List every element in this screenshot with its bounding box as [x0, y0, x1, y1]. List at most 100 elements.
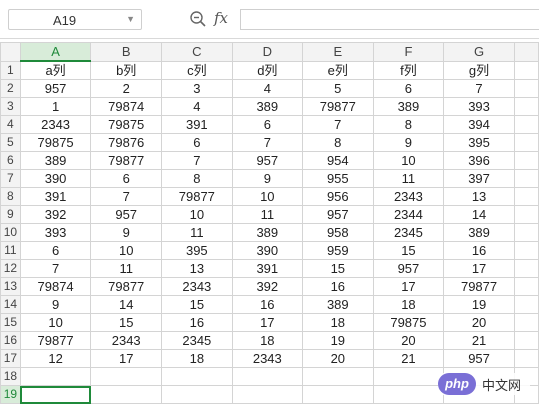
cell[interactable]: 2343	[231, 349, 303, 368]
cell[interactable]: 6	[90, 169, 163, 188]
cell[interactable]: 18	[301, 313, 374, 332]
cell[interactable]: 8	[161, 169, 233, 188]
cell[interactable]	[231, 385, 303, 404]
fx-icon[interactable]: fx	[214, 9, 228, 27]
cell[interactable]	[513, 223, 539, 242]
cell[interactable]: 395	[161, 241, 233, 260]
row-header[interactable]: 6	[0, 151, 21, 170]
cell[interactable]: 2343	[19, 115, 92, 134]
cell[interactable]: 2343	[372, 187, 445, 206]
cell[interactable]: 396	[443, 151, 515, 170]
cell[interactable]: 389	[443, 223, 515, 242]
cell[interactable]: a列	[19, 60, 92, 80]
cell[interactable]	[513, 241, 539, 260]
row-header[interactable]: 9	[0, 205, 21, 224]
row-header[interactable]: 16	[0, 331, 21, 350]
cell[interactable]: 391	[161, 115, 233, 134]
cell[interactable]: 394	[443, 115, 515, 134]
cell[interactable]	[513, 133, 539, 152]
cell[interactable]: 6	[161, 133, 233, 152]
cell[interactable]: 17	[231, 313, 303, 332]
cell[interactable]: 11	[372, 169, 445, 188]
cell[interactable]: 16	[231, 295, 303, 314]
column-header-e[interactable]: E	[301, 42, 374, 62]
cell[interactable]: 5	[301, 79, 374, 98]
cell[interactable]: 17	[372, 277, 445, 296]
cell[interactable]: 957	[90, 205, 163, 224]
cell[interactable]: 79874	[90, 97, 163, 116]
cell[interactable]: 395	[443, 133, 515, 152]
cell[interactable]	[513, 349, 539, 368]
cell[interactable]: 3	[161, 79, 233, 98]
cell[interactable]: 8	[372, 115, 445, 134]
cell[interactable]: 10	[90, 241, 163, 260]
column-header-c[interactable]: C	[161, 42, 233, 62]
cell[interactable]: 79877	[161, 187, 233, 206]
cell[interactable]: 389	[372, 97, 445, 116]
row-header[interactable]: 17	[0, 349, 21, 368]
cell[interactable]	[301, 367, 374, 386]
column-header-g[interactable]: G	[443, 42, 515, 62]
active-cell[interactable]	[19, 385, 92, 404]
cell[interactable]: 390	[19, 169, 92, 188]
cell[interactable]: 21	[372, 349, 445, 368]
cell[interactable]	[161, 367, 233, 386]
cell[interactable]: 10	[372, 151, 445, 170]
row-header[interactable]: 14	[0, 295, 21, 314]
cell[interactable]: 14	[443, 205, 515, 224]
cell[interactable]	[161, 385, 233, 404]
cell[interactable]: 20	[301, 349, 374, 368]
cell[interactable]: 13	[443, 187, 515, 206]
cell[interactable]: 16	[443, 241, 515, 260]
cell[interactable]: 958	[301, 223, 374, 242]
cell[interactable]: 11	[231, 205, 303, 224]
column-header-overflow[interactable]	[513, 42, 539, 62]
cell[interactable]: 7	[161, 151, 233, 170]
cell[interactable]	[513, 331, 539, 350]
cell[interactable]: 6	[372, 79, 445, 98]
cell[interactable]: 2345	[372, 223, 445, 242]
cell[interactable]: 389	[301, 295, 374, 314]
cell[interactable]: 2345	[161, 331, 233, 350]
cell[interactable]: 21	[443, 331, 515, 350]
cell[interactable]: 15	[90, 313, 163, 332]
cell[interactable]: 393	[19, 223, 92, 242]
cell[interactable]: 20	[372, 331, 445, 350]
cell[interactable]: 4	[231, 79, 303, 98]
cell[interactable]: 11	[161, 223, 233, 242]
cell[interactable]: 18	[231, 331, 303, 350]
cell[interactable]: 389	[231, 97, 303, 116]
cell[interactable]: 79876	[90, 133, 163, 152]
cell[interactable]: 959	[301, 241, 374, 260]
cell[interactable]: 10	[231, 187, 303, 206]
cell[interactable]	[19, 367, 92, 386]
cell[interactable]: 2343	[161, 277, 233, 296]
cell[interactable]: 79877	[90, 277, 163, 296]
cell[interactable]: 15	[372, 241, 445, 260]
cell[interactable]	[372, 367, 445, 386]
cell[interactable]	[513, 79, 539, 98]
select-all-corner[interactable]	[0, 42, 21, 62]
cell[interactable]: 19	[301, 331, 374, 350]
cell[interactable]: 15	[301, 259, 374, 278]
cell[interactable]: 957	[19, 79, 92, 98]
cell[interactable]: 4	[161, 97, 233, 116]
cell[interactable]: 79877	[301, 97, 374, 116]
cell[interactable]: 9	[19, 295, 92, 314]
cell[interactable]: 1	[19, 97, 92, 116]
cell[interactable]: c列	[161, 60, 233, 80]
cell[interactable]: 15	[161, 295, 233, 314]
cell[interactable]: 389	[231, 223, 303, 242]
cell[interactable]: 7	[19, 259, 92, 278]
cell[interactable]: 13	[161, 259, 233, 278]
cell[interactable]: 954	[301, 151, 374, 170]
cell[interactable]: 79875	[19, 133, 92, 152]
cell[interactable]: 79877	[19, 331, 92, 350]
cell[interactable]: 392	[19, 205, 92, 224]
cell[interactable]: 14	[90, 295, 163, 314]
cell[interactable]: 391	[19, 187, 92, 206]
cell[interactable]	[513, 97, 539, 116]
cell[interactable]: 2	[90, 79, 163, 98]
column-header-b[interactable]: B	[90, 42, 163, 62]
cell[interactable]: 957	[231, 151, 303, 170]
